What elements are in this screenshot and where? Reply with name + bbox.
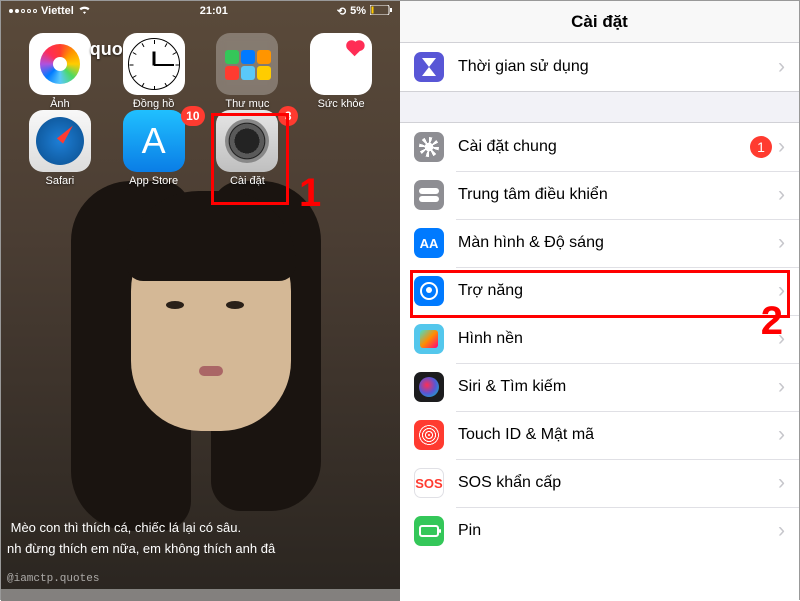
- app-label: Cài đặt: [230, 175, 265, 187]
- row-label: Trung tâm điều khiển: [458, 186, 778, 204]
- chevron-right-icon: ›: [778, 183, 785, 207]
- battery-icon: [370, 5, 392, 18]
- app-label: Thư mục: [225, 98, 269, 110]
- row-display[interactable]: AA Màn hình & Độ sáng ›: [400, 219, 799, 267]
- homescreen-panel: Viettel 21:01 ⟲ 5% quo Ảnh: [1, 1, 400, 601]
- gear-icon: [414, 132, 444, 162]
- chevron-right-icon: ›: [778, 471, 785, 495]
- wallpaper-caption: Mèo con thì thích cá, chiếc lá lại có sâ…: [1, 518, 400, 559]
- row-screen-time[interactable]: Thời gian sử dụng ›: [400, 43, 799, 91]
- chevron-right-icon: ›: [778, 55, 785, 79]
- annotation-2: 2: [761, 299, 783, 344]
- app-appstore[interactable]: A 10 App Store: [107, 110, 201, 187]
- accessibility-icon: [414, 276, 444, 306]
- battery-icon: [414, 516, 444, 546]
- chevron-right-icon: ›: [778, 519, 785, 543]
- row-label: Pin: [458, 522, 778, 540]
- wallpaper-icon: [414, 324, 444, 354]
- chevron-right-icon: ›: [778, 231, 785, 255]
- sos-icon: SOS: [414, 468, 444, 498]
- badge: 10: [181, 106, 204, 126]
- app-label: Đồng hồ: [133, 98, 175, 110]
- settings-panel: Cài đặt Thời gian sử dụng › Cài đặt chun…: [400, 1, 799, 601]
- row-label: Touch ID & Mật mã: [458, 426, 778, 444]
- toggle-icon: [414, 180, 444, 210]
- battery-label: 5%: [350, 5, 366, 17]
- app-health[interactable]: Sức khỏe: [294, 33, 388, 110]
- settings-title: Cài đặt: [571, 12, 628, 32]
- app-grid: quo Ảnh Đồng hồ Thư mục Sức khỏ: [1, 29, 400, 191]
- fingerprint-icon: [414, 420, 444, 450]
- wifi-icon: [78, 5, 91, 18]
- row-label: SOS khẩn cấp: [458, 474, 778, 492]
- row-accessibility[interactable]: Trợ năng ›: [400, 267, 799, 315]
- siri-icon: [414, 372, 444, 402]
- app-label: Sức khỏe: [318, 98, 365, 110]
- safari-icon: [29, 110, 91, 172]
- chevron-right-icon: ›: [778, 423, 785, 447]
- app-label: Ảnh: [50, 98, 70, 110]
- badge: 1: [750, 136, 772, 158]
- settings-list[interactable]: Thời gian sử dụng › Cài đặt chung 1 › Tr…: [400, 43, 799, 601]
- app-clock[interactable]: Đồng hồ: [107, 33, 201, 110]
- text-size-icon: AA: [414, 228, 444, 258]
- row-siri[interactable]: Siri & Tìm kiếm ›: [400, 363, 799, 411]
- settings-header: Cài đặt: [400, 1, 799, 43]
- app-safari[interactable]: Safari: [13, 110, 107, 187]
- row-label: Trợ năng: [458, 282, 778, 300]
- row-general[interactable]: Cài đặt chung 1 ›: [400, 123, 799, 171]
- row-battery[interactable]: Pin ›: [400, 507, 799, 555]
- clock-icon: [123, 33, 185, 95]
- photos-icon: [29, 33, 91, 95]
- status-bar: Viettel 21:01 ⟲ 5%: [1, 1, 400, 21]
- row-label: Màn hình & Độ sáng: [458, 234, 778, 252]
- app-settings[interactable]: 3 Cài đặt: [201, 110, 295, 187]
- wallpaper-watermark: @iamctp.quotes: [7, 573, 99, 585]
- annotation-1: 1: [299, 171, 321, 216]
- row-touchid[interactable]: Touch ID & Mật mã ›: [400, 411, 799, 459]
- row-control-center[interactable]: Trung tâm điều khiển ›: [400, 171, 799, 219]
- row-wallpaper[interactable]: Hình nền ›: [400, 315, 799, 363]
- app-label: Safari: [46, 175, 75, 187]
- section-gap: [400, 91, 799, 123]
- carrier-label: Viettel: [41, 5, 74, 17]
- settings-icon: [216, 110, 278, 172]
- rotation-lock-icon: ⟲: [337, 5, 346, 18]
- row-label: Siri & Tìm kiếm: [458, 378, 778, 396]
- app-label: App Store: [129, 175, 178, 187]
- health-icon: [310, 33, 372, 95]
- dock: [1, 589, 400, 601]
- folder-icon: [216, 33, 278, 95]
- appstore-icon: A: [123, 110, 185, 172]
- row-label: Hình nền: [458, 330, 778, 348]
- hourglass-icon: [414, 52, 444, 82]
- clock-label: 21:01: [200, 5, 228, 17]
- app-folder[interactable]: Thư mục: [201, 33, 295, 110]
- chevron-right-icon: ›: [778, 135, 785, 159]
- row-sos[interactable]: SOS SOS khẩn cấp ›: [400, 459, 799, 507]
- row-label: Thời gian sử dụng: [458, 58, 778, 76]
- app-photos[interactable]: quo Ảnh: [13, 33, 107, 110]
- chevron-right-icon: ›: [778, 375, 785, 399]
- row-label: Cài đặt chung: [458, 138, 750, 156]
